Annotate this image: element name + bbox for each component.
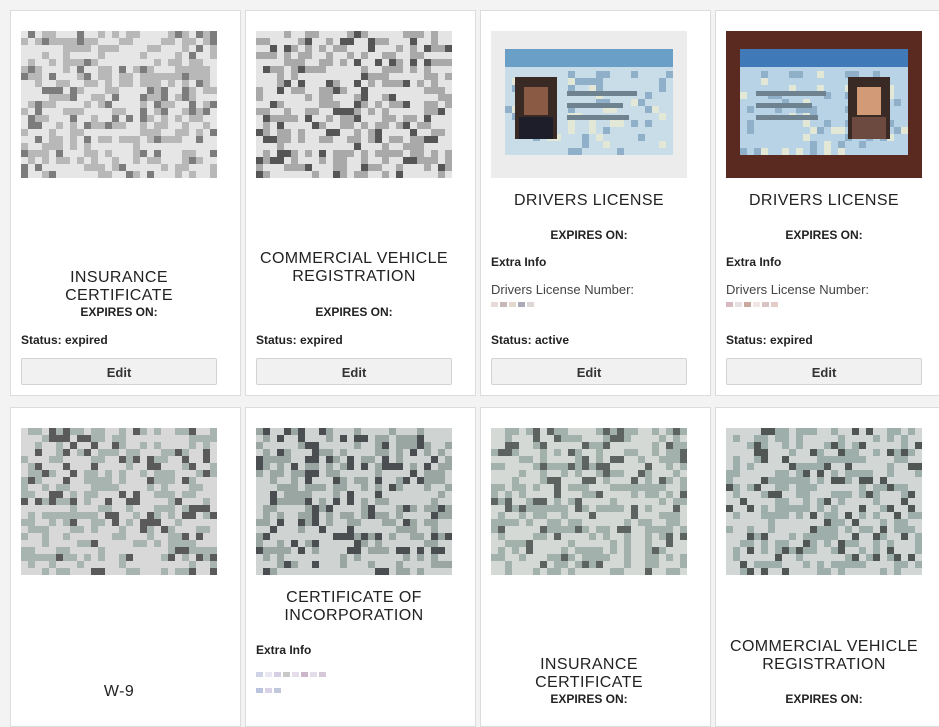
document-card: CERTIFICATE OF INCORPORATION Extra Info: [245, 407, 476, 727]
extra-info-label: Extra Info: [491, 255, 547, 269]
document-title: COMMERCIAL VEHICLE REGISTRATION: [726, 638, 922, 674]
document-title-line: REGISTRATION: [292, 268, 416, 285]
document-card: INSURANCE CERTIFICATE EXPIRES ON: Status…: [10, 10, 241, 396]
license-number-label: Drivers License Number:: [726, 282, 870, 297]
license-scan-image: [491, 31, 687, 178]
expires-label: EXPIRES ON:: [550, 692, 628, 706]
redaction-block: [274, 672, 281, 677]
license-scan-image: [726, 31, 922, 178]
document-thumbnail[interactable]: [726, 31, 922, 178]
redacted-extra-info: [256, 688, 281, 693]
expires-label: EXPIRES ON:: [785, 692, 863, 706]
status-text: Status: expired: [726, 333, 813, 347]
redaction-block: [256, 688, 263, 693]
redaction-block: [310, 672, 317, 677]
document-card: INSURANCE CERTIFICATE EXPIRES ON:: [480, 407, 711, 727]
document-title: DRIVERS LICENSE: [726, 192, 922, 210]
status-text: Status: expired: [256, 333, 343, 347]
document-title-line: INSURANCE CERTIFICATE: [535, 656, 643, 691]
license-number-label: Drivers License Number:: [491, 282, 635, 297]
redaction-block: [735, 302, 742, 307]
document-title-line: INSURANCE CERTIFICATE: [65, 269, 173, 304]
redaction-block: [256, 672, 263, 677]
document-title-line: COMMERCIAL VEHICLE: [260, 250, 448, 267]
status-text: Status: active: [491, 333, 570, 347]
document-card: DRIVERS LICENSE EXPIRES ON: Extra Info D…: [480, 10, 711, 396]
edit-button[interactable]: Edit: [491, 358, 687, 385]
redaction-block: [274, 688, 281, 693]
document-scan-image: [491, 428, 687, 575]
expires-label: EXPIRES ON:: [785, 228, 863, 242]
expires-label: EXPIRES ON:: [80, 305, 158, 319]
redaction-block: [491, 302, 498, 307]
document-title-line: CERTIFICATE OF: [286, 589, 422, 606]
redaction-block: [265, 672, 272, 677]
redaction-block: [771, 302, 778, 307]
document-scan-image: [256, 31, 452, 178]
document-thumbnail[interactable]: [21, 428, 217, 575]
redaction-block: [518, 302, 525, 307]
document-title: W-9: [21, 683, 217, 701]
redacted-extra-info: [256, 672, 326, 677]
redaction-block: [319, 672, 326, 677]
expires-label: EXPIRES ON:: [315, 305, 393, 319]
document-card: COMMERCIAL VEHICLE REGISTRATION EXPIRES …: [245, 10, 476, 396]
redaction-block: [509, 302, 516, 307]
redaction-block: [744, 302, 751, 307]
document-thumbnail[interactable]: [491, 428, 687, 575]
document-title-line: W-9: [103, 683, 135, 700]
document-title: INSURANCE CERTIFICATE: [21, 269, 217, 305]
document-title-line: DRIVERS LICENSE: [748, 192, 900, 209]
document-title-line: REGISTRATION: [762, 656, 886, 673]
document-scan-image: [256, 428, 452, 575]
redaction-block: [500, 302, 507, 307]
document-title-line: DRIVERS LICENSE: [513, 192, 665, 209]
extra-info-label: Extra Info: [726, 255, 782, 269]
document-thumbnail[interactable]: [726, 428, 922, 575]
document-title: INSURANCE CERTIFICATE: [491, 656, 687, 692]
document-scan-image: [21, 428, 217, 575]
document-card: W-9: [10, 407, 241, 727]
redaction-block: [283, 672, 290, 677]
document-title: COMMERCIAL VEHICLE REGISTRATION: [256, 250, 452, 286]
redaction-block: [301, 672, 308, 677]
status-text: Status: expired: [21, 333, 108, 347]
extra-info-label: Extra Info: [256, 643, 312, 657]
redaction-block: [265, 688, 272, 693]
document-title-line: INCORPORATION: [284, 607, 424, 624]
redaction-block: [762, 302, 769, 307]
redaction-block: [292, 672, 299, 677]
document-title: CERTIFICATE OF INCORPORATION: [256, 589, 452, 625]
redacted-license-number: [491, 302, 534, 307]
document-title: DRIVERS LICENSE: [491, 192, 687, 210]
document-thumbnail[interactable]: [491, 31, 687, 178]
redaction-block: [753, 302, 760, 307]
document-thumbnail[interactable]: [256, 428, 452, 575]
document-thumbnail[interactable]: [21, 31, 217, 178]
redaction-block: [726, 302, 733, 307]
document-card: COMMERCIAL VEHICLE REGISTRATION EXPIRES …: [715, 407, 939, 727]
edit-button[interactable]: Edit: [21, 358, 217, 385]
redacted-license-number: [726, 302, 778, 307]
edit-button[interactable]: Edit: [726, 358, 922, 385]
edit-button[interactable]: Edit: [256, 358, 452, 385]
redaction-block: [527, 302, 534, 307]
document-card: DRIVERS LICENSE EXPIRES ON: Extra Info D…: [715, 10, 939, 396]
document-scan-image: [21, 31, 217, 178]
expires-label: EXPIRES ON:: [550, 228, 628, 242]
document-scan-image: [726, 428, 922, 575]
document-thumbnail[interactable]: [256, 31, 452, 178]
document-title-line: COMMERCIAL VEHICLE: [730, 638, 918, 655]
